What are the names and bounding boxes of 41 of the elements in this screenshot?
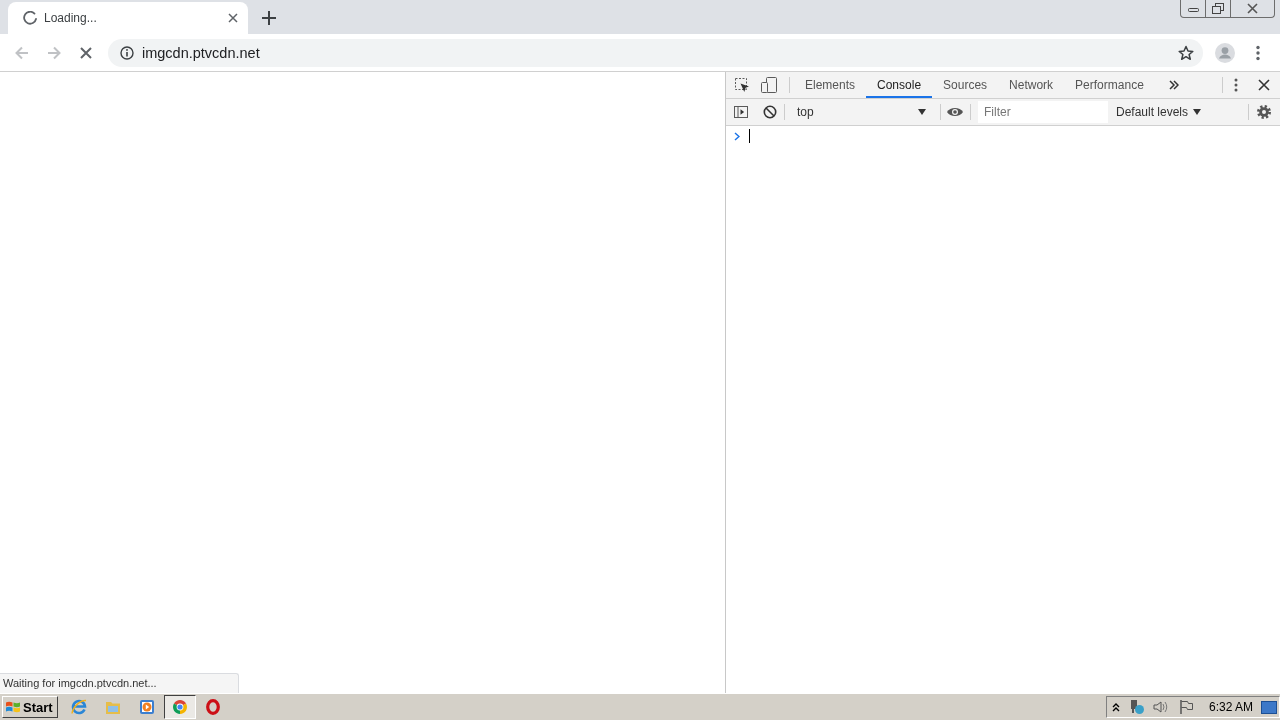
- device-icon[interactable]: [761, 77, 777, 93]
- devtools-tab[interactable]: Sources: [932, 72, 999, 98]
- start-button[interactable]: Start: [2, 696, 58, 718]
- network-icon[interactable]: [1128, 699, 1145, 715]
- info-icon: [120, 45, 134, 60]
- avatar-icon[interactable]: [1215, 42, 1235, 63]
- ring-logo-icon[interactable]: [163, 695, 196, 719]
- levels-dropdown[interactable]: Default levels: [1116, 105, 1202, 119]
- clear-icon[interactable]: [763, 105, 777, 119]
- devtools-tab[interactable]: Performance: [1064, 72, 1155, 98]
- flag-logo-icon: [5, 699, 21, 715]
- speaker-icon[interactable]: [1151, 699, 1168, 715]
- eye-icon[interactable]: [946, 106, 964, 118]
- up-arrows-icon[interactable]: [1111, 702, 1120, 712]
- caret-icon: [1193, 109, 1202, 115]
- caret-icon: [918, 109, 926, 115]
- browser-tab[interactable]: Loading...: [8, 2, 248, 34]
- address-bar[interactable]: imgcdn.ptvcdn.net: [108, 38, 1203, 67]
- oval-logo-icon[interactable]: [204, 699, 221, 715]
- close-icon[interactable]: [1258, 79, 1270, 91]
- plus-icon[interactable]: [262, 11, 276, 25]
- text-cursor: [749, 129, 750, 143]
- inspect-icon[interactable]: [734, 77, 750, 93]
- menu-dots-icon[interactable]: [1234, 78, 1238, 92]
- show-desktop-icon[interactable]: [1261, 700, 1277, 714]
- sidebar-toggle-icon[interactable]: [733, 104, 749, 120]
- filter-field[interactable]: Filter: [978, 101, 1108, 123]
- clock[interactable]: 6:32 AM: [1208, 700, 1253, 714]
- stop-icon[interactable]: [78, 44, 94, 61]
- status-bubble: Waiting for imgcdn.ptvcdn.net...: [0, 673, 239, 693]
- settings-icon[interactable]: [1256, 104, 1272, 120]
- devtools-tab[interactable]: Elements: [794, 72, 867, 98]
- devtools-tab[interactable]: Network: [998, 72, 1065, 98]
- prompt-chevron-icon: [734, 132, 740, 141]
- close-icon[interactable]: [228, 13, 238, 23]
- star-icon[interactable]: [1178, 44, 1194, 61]
- play-icon[interactable]: [138, 699, 155, 715]
- context-select[interactable]: top: [790, 102, 935, 122]
- flag-icon[interactable]: [1177, 699, 1194, 715]
- menu-dots-icon[interactable]: [1256, 44, 1260, 61]
- more-tabs-icon[interactable]: [1168, 80, 1179, 90]
